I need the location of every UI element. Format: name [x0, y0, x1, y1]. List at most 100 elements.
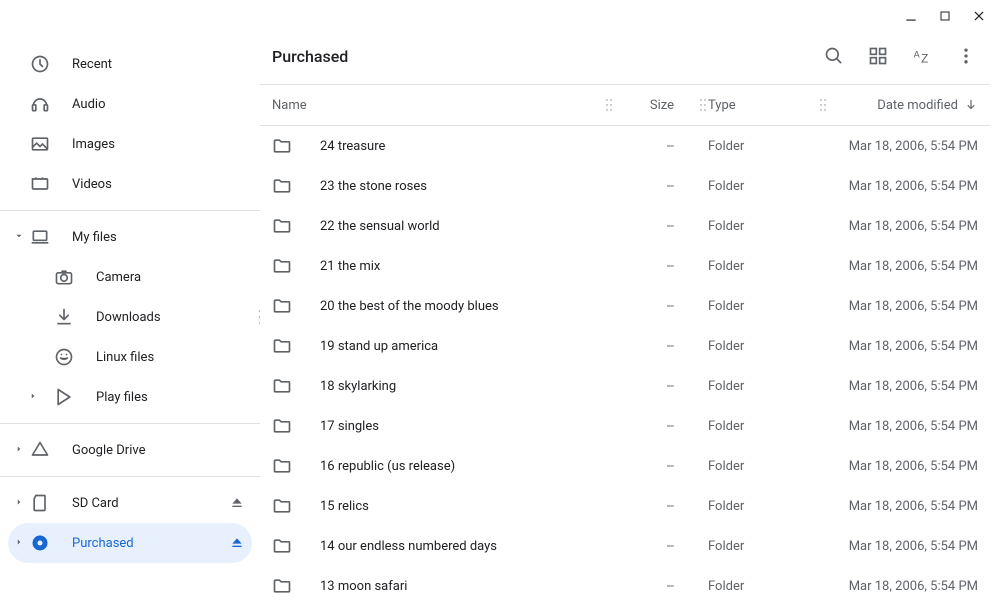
file-size: --: [614, 339, 698, 354]
svg-text:A: A: [914, 50, 921, 60]
column-resize-handle[interactable]: [604, 97, 614, 113]
chevron-right-icon[interactable]: [14, 497, 26, 509]
main-pane: Purchased AZ Name: [260, 0, 1000, 608]
sidebar-item-google-drive[interactable]: Google Drive: [8, 430, 252, 470]
minimize-button[interactable]: [904, 9, 918, 23]
eject-button[interactable]: [228, 494, 246, 512]
column-header-type[interactable]: Type: [708, 98, 736, 113]
sidebar-item-audio[interactable]: Audio: [8, 84, 252, 124]
sidebar: Recent Audio Images Videos: [0, 0, 260, 608]
sidebar-item-label: Google Drive: [72, 443, 145, 458]
recent-icon: [30, 54, 50, 74]
page-title: Purchased: [272, 47, 348, 66]
file-type: Folder: [708, 179, 818, 194]
file-type: Folder: [708, 579, 818, 594]
more-button[interactable]: [946, 36, 986, 76]
table-row[interactable]: 13 moon safari -- Folder Mar 18, 2006, 5…: [260, 566, 990, 606]
file-date: Mar 18, 2006, 5:54 PM: [828, 259, 978, 274]
sidebar-item-label: Audio: [72, 97, 105, 112]
sidebar-item-label: Linux files: [96, 350, 154, 365]
maximize-button[interactable]: [938, 9, 952, 23]
table-row[interactable]: 15 relics -- Folder Mar 18, 2006, 5:54 P…: [260, 486, 990, 526]
folder-icon: [272, 176, 292, 196]
column-resize-handle[interactable]: [818, 97, 828, 113]
table-row[interactable]: 20 the best of the moody blues -- Folder…: [260, 286, 990, 326]
sidebar-item-linux-files[interactable]: Linux files: [8, 337, 252, 377]
folder-icon: [272, 336, 292, 356]
file-size: --: [614, 299, 698, 314]
sidebar-item-sd-card[interactable]: SD Card: [8, 483, 252, 523]
table-row[interactable]: 14 our endless numbered days -- Folder M…: [260, 526, 990, 566]
chevron-right-icon[interactable]: [14, 537, 26, 549]
table-row[interactable]: 21 the mix -- Folder Mar 18, 2006, 5:54 …: [260, 246, 990, 286]
table-row[interactable]: 19 stand up america -- Folder Mar 18, 20…: [260, 326, 990, 366]
file-type: Folder: [708, 499, 818, 514]
videos-icon: [30, 174, 50, 194]
column-header-size[interactable]: Size: [614, 98, 674, 113]
sidebar-item-images[interactable]: Images: [8, 124, 252, 164]
sort-button[interactable]: AZ: [902, 36, 942, 76]
column-header-name[interactable]: Name: [272, 98, 307, 113]
sidebar-item-label: Camera: [96, 270, 141, 285]
sidebar-item-camera[interactable]: Camera: [8, 257, 252, 297]
minimize-icon: [904, 9, 918, 23]
sidebar-item-label: Images: [72, 137, 115, 152]
sidebar-item-label: Play files: [96, 390, 148, 405]
laptop-icon: [30, 227, 50, 247]
search-icon: [824, 46, 844, 66]
sidebar-item-play-files[interactable]: Play files: [8, 377, 252, 417]
sidebar-item-label: Purchased: [72, 536, 134, 551]
file-date: Mar 18, 2006, 5:54 PM: [828, 459, 978, 474]
column-resize-handle[interactable]: [698, 97, 708, 113]
chevron-down-icon[interactable]: [14, 231, 26, 243]
table-row[interactable]: 18 skylarking -- Folder Mar 18, 2006, 5:…: [260, 366, 990, 406]
folder-icon: [272, 496, 292, 516]
disc-icon: [30, 533, 50, 553]
file-type: Folder: [708, 299, 818, 314]
sort-az-icon: AZ: [911, 46, 933, 66]
file-size: --: [614, 419, 698, 434]
sidebar-item-downloads[interactable]: Downloads: [8, 297, 252, 337]
sd-card-icon: [30, 493, 50, 513]
toolbar: Purchased AZ: [260, 28, 990, 84]
sidebar-item-label: Downloads: [96, 310, 161, 325]
file-name: 16 republic (us release): [320, 459, 455, 474]
images-icon: [30, 134, 50, 154]
file-name: 15 relics: [320, 499, 369, 514]
chevron-right-icon[interactable]: [28, 391, 40, 403]
file-date: Mar 18, 2006, 5:54 PM: [828, 339, 978, 354]
sidebar-item-videos[interactable]: Videos: [8, 164, 252, 204]
folder-icon: [272, 256, 292, 276]
folder-icon: [272, 136, 292, 156]
table-row[interactable]: 22 the sensual world -- Folder Mar 18, 2…: [260, 206, 990, 246]
file-name: 20 the best of the moody blues: [320, 299, 499, 314]
table-row[interactable]: 16 republic (us release) -- Folder Mar 1…: [260, 446, 990, 486]
folder-icon: [272, 216, 292, 236]
file-date: Mar 18, 2006, 5:54 PM: [828, 579, 978, 594]
file-list: 24 treasure -- Folder Mar 18, 2006, 5:54…: [260, 126, 990, 606]
search-button[interactable]: [814, 36, 854, 76]
table-row[interactable]: 24 treasure -- Folder Mar 18, 2006, 5:54…: [260, 126, 990, 166]
column-header-date[interactable]: Date modified: [877, 98, 958, 113]
eject-button[interactable]: [228, 534, 246, 552]
file-date: Mar 18, 2006, 5:54 PM: [828, 539, 978, 554]
file-date: Mar 18, 2006, 5:54 PM: [828, 499, 978, 514]
arrow-down-icon: [964, 98, 978, 112]
file-size: --: [614, 259, 698, 274]
sidebar-item-purchased[interactable]: Purchased: [8, 523, 252, 563]
table-row[interactable]: 23 the stone roses -- Folder Mar 18, 200…: [260, 166, 990, 206]
table-row[interactable]: 17 singles -- Folder Mar 18, 2006, 5:54 …: [260, 406, 990, 446]
grid-view-button[interactable]: [858, 36, 898, 76]
sidebar-item-label: SD Card: [72, 496, 119, 511]
camera-icon: [54, 267, 74, 287]
sidebar-item-recent[interactable]: Recent: [8, 44, 252, 84]
downloads-icon: [54, 307, 74, 327]
file-name: 19 stand up america: [320, 339, 438, 354]
close-button[interactable]: [972, 9, 986, 23]
file-name: 17 singles: [320, 419, 379, 434]
sidebar-item-my-files[interactable]: My files: [8, 217, 252, 257]
folder-icon: [272, 296, 292, 316]
file-name: 14 our endless numbered days: [320, 539, 497, 554]
sidebar-item-label: Videos: [72, 177, 112, 192]
chevron-right-icon[interactable]: [14, 444, 26, 456]
